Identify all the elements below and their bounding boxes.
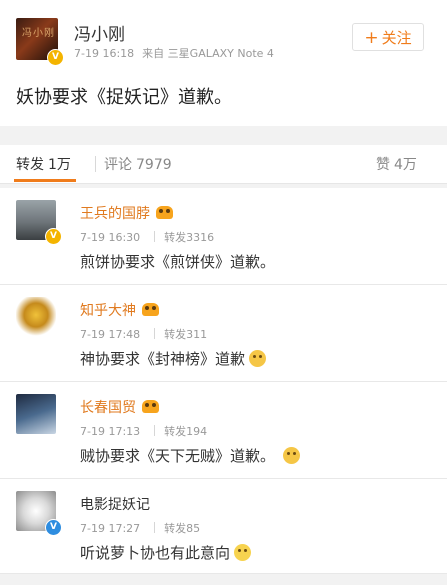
user-name-text: 王兵的国脖 xyxy=(80,206,150,222)
user-name[interactable]: 知乎大神 xyxy=(80,300,159,320)
tab-divider xyxy=(95,156,96,172)
active-tab-indicator xyxy=(14,179,76,182)
follow-button[interactable]: + 关注 xyxy=(352,23,424,51)
repost-count: 转发3316 xyxy=(164,231,215,244)
user-avatar[interactable] xyxy=(16,394,56,434)
repost-count: 转发85 xyxy=(164,522,201,535)
verified-icon: V xyxy=(45,519,62,536)
repost-time: 7-19 17:27 xyxy=(80,522,141,535)
tab-comments-count: 7979 xyxy=(136,157,172,173)
post-content: 妖协要求《捉妖记》道歉。 xyxy=(16,87,232,108)
user-name-text: 知乎大神 xyxy=(80,303,136,319)
repost-text: 煎饼协要求《煎饼侠》道歉。 xyxy=(80,253,276,271)
list-item[interactable]: 长春国贸 7-19 17:13 转发194 贼协要求《天下无贼》道歉。 xyxy=(0,382,447,479)
interaction-tabs: 转发 1万 评论 7979 赞 4万 xyxy=(0,145,447,184)
avatar-text: 冯小刚 xyxy=(22,28,55,39)
repost-text-content: 听说萝卜协也有此意向 xyxy=(80,544,231,562)
user-name-text: 长春国贸 xyxy=(80,400,136,416)
user-name[interactable]: 长春国贸 xyxy=(80,397,159,417)
list-item[interactable]: 知乎大神 7-19 17:48 转发311 神协要求《封神榜》道歉 xyxy=(0,285,447,382)
post-source: 来自 三星GALAXY Note 4 xyxy=(142,47,274,60)
repost-meta: 7-19 16:30 转发3316 xyxy=(80,229,214,245)
vip-icon xyxy=(156,206,173,219)
original-post: 冯小刚 V 冯小刚 7-19 16:18 来自 三星GALAXY Note 4 +… xyxy=(0,0,447,126)
repost-meta: 7-19 17:13 转发194 xyxy=(80,423,207,439)
repost-time: 7-19 17:48 xyxy=(80,328,141,341)
verified-icon: V xyxy=(45,228,62,245)
tab-likes[interactable]: 赞 4万 xyxy=(376,154,417,174)
repost-time: 7-19 17:13 xyxy=(80,425,141,438)
repost-count: 转发311 xyxy=(164,328,208,341)
meta-divider xyxy=(154,328,156,339)
meta-divider xyxy=(154,425,156,436)
user-avatar[interactable] xyxy=(16,297,56,337)
repost-time: 7-19 16:30 xyxy=(80,231,141,244)
plus-icon: + xyxy=(364,28,379,48)
repost-text: 听说萝卜协也有此意向 xyxy=(80,542,252,563)
repost-meta: 7-19 17:48 转发311 xyxy=(80,326,207,342)
user-name[interactable]: 王兵的国脖 xyxy=(80,203,173,223)
doge-emoji xyxy=(249,350,267,367)
tab-reposts[interactable]: 转发 1万 xyxy=(16,154,71,174)
tab-reposts-label: 转发 xyxy=(16,157,44,173)
user-name[interactable]: 电影捉妖记 xyxy=(80,494,150,514)
tab-comments[interactable]: 评论 7979 xyxy=(104,154,172,174)
tab-reposts-count: 1万 xyxy=(48,157,71,173)
list-item[interactable]: V 王兵的国脖 7-19 16:30 转发3316 煎饼协要求《煎饼侠》道歉。 xyxy=(0,188,447,285)
post-time: 7-19 16:18 xyxy=(74,47,135,60)
repost-text: 神协要求《封神榜》道歉 xyxy=(80,348,267,369)
post-meta: 7-19 16:18 来自 三星GALAXY Note 4 xyxy=(74,45,274,61)
tab-comments-label: 评论 xyxy=(104,157,132,173)
repost-meta: 7-19 17:27 转发85 xyxy=(80,520,200,536)
follow-label: 关注 xyxy=(381,29,412,47)
meta-divider xyxy=(154,522,156,533)
list-item[interactable]: V 电影捉妖记 7-19 17:27 转发85 听说萝卜协也有此意向 xyxy=(0,479,447,574)
repost-text-content: 神协要求《封神榜》道歉 xyxy=(80,350,246,368)
meta-divider xyxy=(154,231,156,242)
tab-likes-count: 4万 xyxy=(394,157,417,173)
vip-icon xyxy=(142,303,159,316)
doge-emoji xyxy=(283,447,301,464)
repost-count: 转发194 xyxy=(164,425,208,438)
verified-icon: V xyxy=(47,49,64,66)
grin-emoji xyxy=(234,544,252,561)
repost-text-content: 贼协要求《天下无贼》道歉。 xyxy=(80,447,276,465)
tab-likes-label: 赞 xyxy=(376,157,390,173)
repost-text: 贼协要求《天下无贼》道歉。 xyxy=(80,445,301,466)
vip-icon xyxy=(142,400,159,413)
author-name[interactable]: 冯小刚 xyxy=(74,20,125,45)
